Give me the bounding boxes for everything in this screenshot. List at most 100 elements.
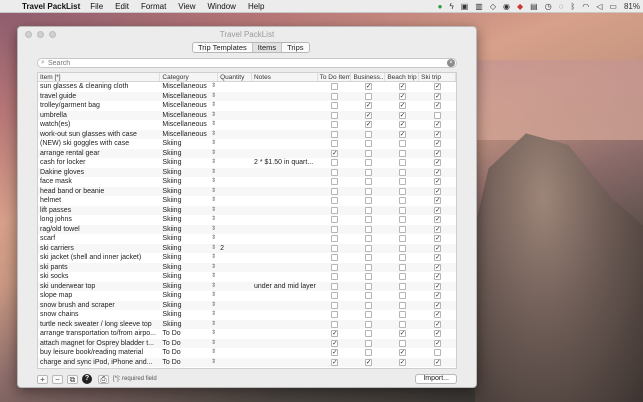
item-name-cell[interactable]: trolley/garment bag: [38, 101, 160, 111]
column-header-quantity[interactable]: Quantity: [218, 73, 252, 81]
category-cell[interactable]: Miscellaneous ⇕: [160, 111, 218, 121]
import-button[interactable]: Import...: [415, 374, 457, 384]
tab-trips[interactable]: Trips: [282, 43, 309, 52]
ski-checkbox[interactable]: ✓: [434, 92, 442, 100]
business-checkbox[interactable]: ✓: [364, 121, 372, 128]
column-header-business[interactable]: Business...: [351, 73, 386, 81]
beach-checkbox[interactable]: [398, 140, 406, 147]
table-row[interactable]: rag/old towel Skiing ⇕ ✓: [38, 224, 456, 235]
quantity-cell[interactable]: [218, 310, 252, 320]
category-cell[interactable]: Skiing ⇕: [160, 244, 218, 254]
todo-checkbox[interactable]: [331, 168, 339, 176]
business-checkbox[interactable]: [364, 225, 372, 233]
business-checkbox[interactable]: [364, 130, 372, 138]
beach-checkbox[interactable]: [398, 292, 406, 299]
beach-checkbox[interactable]: ✓: [398, 102, 406, 109]
chat-icon[interactable]: ◌: [559, 2, 564, 11]
search-input[interactable]: [48, 59, 447, 67]
column-header-notes[interactable]: Notes: [252, 73, 318, 81]
category-cell[interactable]: Miscellaneous ⇕: [160, 130, 218, 140]
table-row[interactable]: snow brush and scraper Skiing ⇕ ✓: [38, 300, 456, 311]
business-checkbox[interactable]: [364, 149, 372, 157]
notes-cell[interactable]: [252, 225, 318, 235]
table-row[interactable]: umbrella Miscellaneous ⇕ ✓ ✓: [38, 110, 456, 121]
beach-checkbox[interactable]: [398, 168, 406, 176]
table-row[interactable]: turtle neck sweater / long sleeve top Ski…: [38, 319, 456, 330]
notes-cell[interactable]: [252, 320, 318, 330]
quantity-cell[interactable]: [218, 92, 252, 102]
business-checkbox[interactable]: [364, 168, 372, 176]
category-cell[interactable]: To Do ⇕: [160, 339, 218, 349]
column-header-ski[interactable]: Ski trip: [419, 73, 456, 81]
table-row[interactable]: head band or beanie Skiing ⇕ ✓: [38, 186, 456, 196]
quantity-cell[interactable]: [218, 139, 252, 149]
table-row[interactable]: work-out sun glasses with case Miscellane…: [38, 129, 456, 140]
help-button[interactable]: ?: [82, 374, 92, 384]
business-checkbox[interactable]: [364, 159, 372, 166]
category-cell[interactable]: Skiing ⇕: [160, 272, 218, 282]
category-stepper-icon[interactable]: ⇕: [211, 177, 216, 187]
todo-checkbox[interactable]: ✓: [331, 339, 339, 347]
todo-checkbox[interactable]: [331, 301, 339, 309]
todo-checkbox[interactable]: [331, 254, 339, 261]
menu-view[interactable]: View: [178, 2, 195, 11]
category-cell[interactable]: Skiing ⇕: [160, 177, 218, 187]
beach-checkbox[interactable]: [398, 282, 406, 290]
business-checkbox[interactable]: [364, 339, 372, 347]
beach-checkbox[interactable]: [398, 197, 406, 204]
category-stepper-icon[interactable]: ⇕: [211, 234, 216, 244]
item-name-cell[interactable]: work-out sun glasses with case: [38, 130, 160, 140]
quantity-cell[interactable]: [218, 168, 252, 178]
item-name-cell[interactable]: rag/old towel: [38, 225, 160, 235]
business-checkbox[interactable]: [364, 197, 372, 204]
category-stepper-icon[interactable]: ⇕: [211, 92, 216, 102]
quantity-cell[interactable]: [218, 111, 252, 121]
category-stepper-icon[interactable]: ⇕: [211, 320, 216, 330]
ski-checkbox[interactable]: ✓: [434, 140, 442, 147]
category-stepper-icon[interactable]: ⇕: [211, 225, 216, 235]
remove-item-button[interactable]: −: [52, 374, 63, 384]
ski-checkbox[interactable]: ✓: [434, 263, 442, 271]
ski-checkbox[interactable]: ✓: [434, 130, 442, 138]
table-row[interactable]: helmet Skiing ⇕ ✓: [38, 196, 456, 206]
item-name-cell[interactable]: arrange transportation to/from airpo...: [38, 329, 160, 339]
item-name-cell[interactable]: ski carriers: [38, 244, 160, 254]
trash-icon[interactable]: ▥: [475, 2, 483, 11]
item-name-cell[interactable]: charge and sync iPod, iPhone and...: [38, 358, 160, 368]
table-row[interactable]: long johns Skiing ⇕ ✓: [38, 215, 456, 225]
ski-checkbox[interactable]: ✓: [434, 225, 442, 233]
category-cell[interactable]: Skiing ⇕: [160, 301, 218, 311]
column-header-item[interactable]: Item [*]: [38, 73, 161, 81]
category-stepper-icon[interactable]: ⇕: [211, 310, 216, 320]
business-checkbox[interactable]: [364, 292, 372, 299]
item-name-cell[interactable]: helmet: [38, 196, 160, 206]
category-stepper-icon[interactable]: ⇕: [211, 215, 216, 225]
todo-checkbox[interactable]: [331, 130, 339, 138]
notes-cell[interactable]: [252, 92, 318, 102]
beach-checkbox[interactable]: ✓: [398, 330, 406, 337]
ski-checkbox[interactable]: ✓: [434, 168, 442, 176]
menu-help[interactable]: Help: [248, 2, 264, 11]
table-row[interactable]: arrange transportation to/from airpo... T…: [38, 329, 456, 339]
quantity-cell[interactable]: [218, 177, 252, 187]
ski-checkbox[interactable]: ✓: [434, 254, 442, 261]
notes-cell[interactable]: [252, 272, 318, 282]
quantity-cell[interactable]: [218, 234, 252, 244]
quantity-cell[interactable]: 2: [218, 244, 252, 254]
beach-checkbox[interactable]: [398, 159, 406, 166]
item-name-cell[interactable]: ski underwear top: [38, 282, 160, 292]
ski-checkbox[interactable]: ✓: [434, 121, 442, 128]
quantity-cell[interactable]: [218, 291, 252, 301]
table-row[interactable]: (NEW) ski goggles with case Skiing ⇕ ✓: [38, 139, 456, 149]
ski-checkbox[interactable]: ✓: [434, 178, 442, 185]
category-cell[interactable]: Skiing ⇕: [160, 139, 218, 149]
table-row[interactable]: attach magnet for Osprey bladder t... To …: [38, 338, 456, 349]
table-row[interactable]: ski underwear top Skiing ⇕ under and mid la…: [38, 281, 456, 292]
category-cell[interactable]: Skiing ⇕: [160, 310, 218, 320]
quantity-cell[interactable]: [218, 158, 252, 168]
ski-checkbox[interactable]: ✓: [434, 311, 442, 318]
tab-items[interactable]: Items: [252, 43, 283, 52]
eye-icon[interactable]: ◉: [503, 2, 510, 11]
notes-cell[interactable]: [252, 215, 318, 225]
beach-checkbox[interactable]: [398, 311, 406, 318]
